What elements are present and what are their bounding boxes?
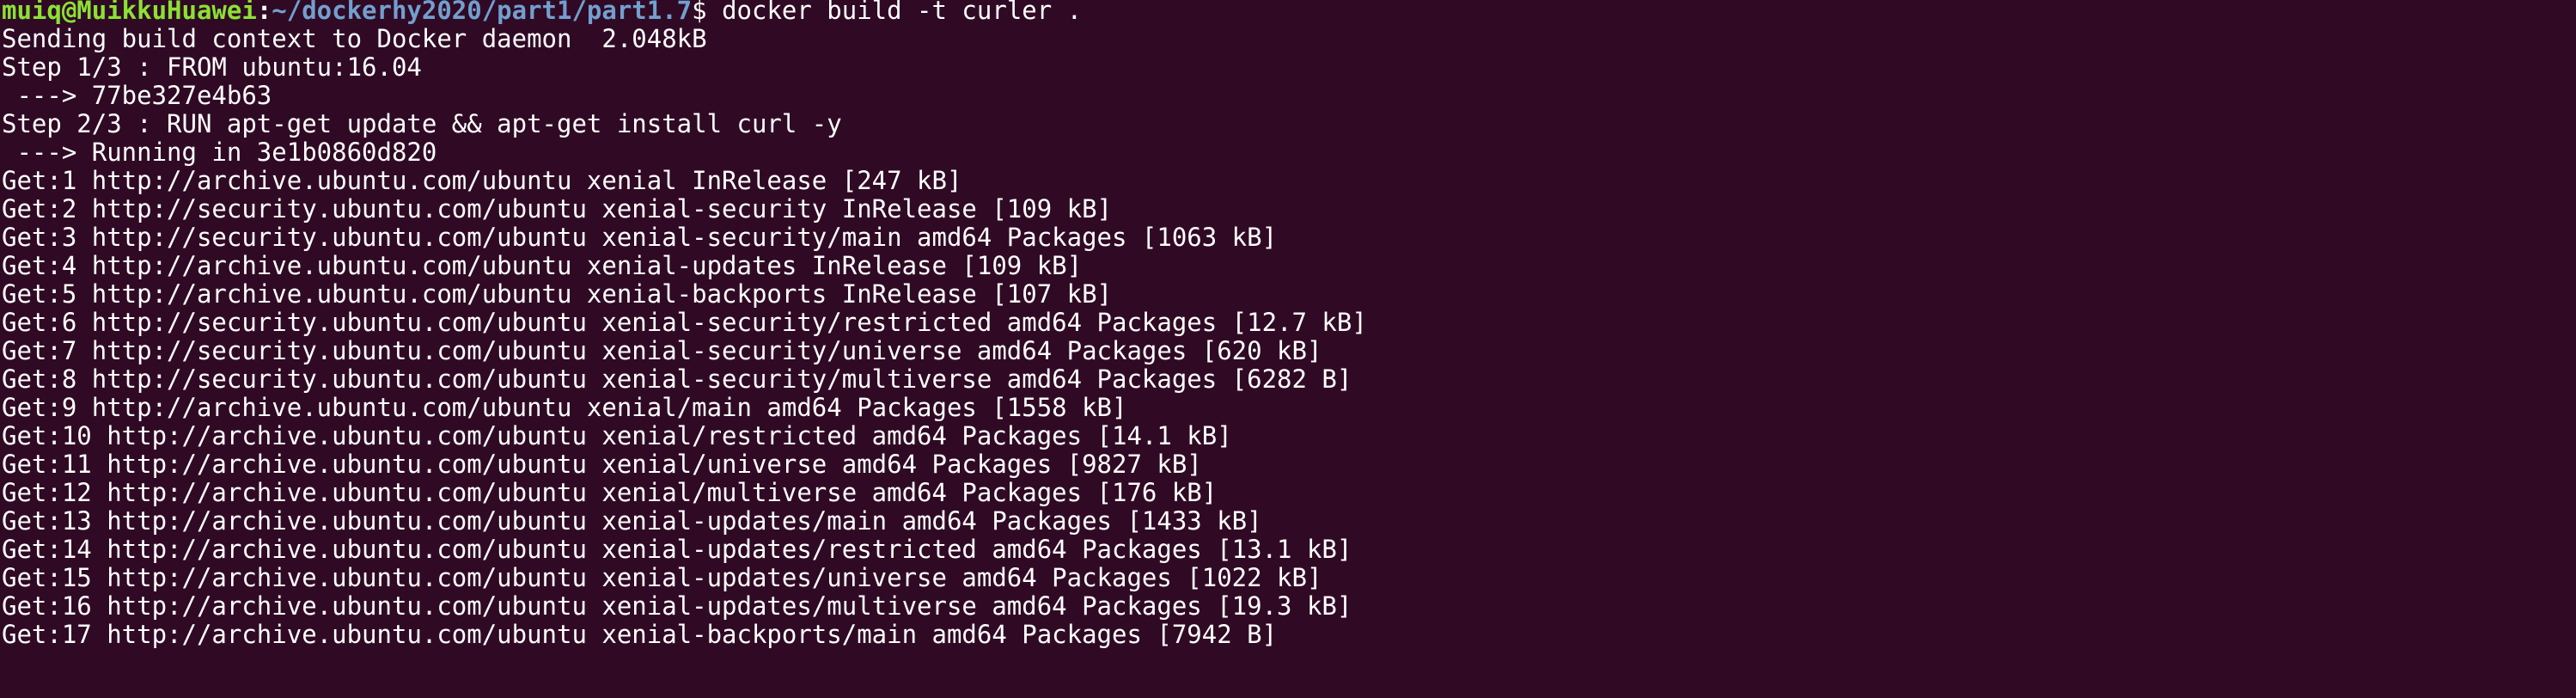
output-line: Get:14 http://archive.ubuntu.com/ubuntu … — [2, 535, 1352, 564]
prompt-user-host: muiq@MuikkuHuawei — [2, 0, 257, 25]
prompt-symbol: $ — [692, 0, 707, 25]
output-line: Sending build context to Docker daemon 2… — [2, 24, 707, 53]
output-line: Get:7 http://security.ubuntu.com/ubuntu … — [2, 336, 1322, 365]
output-line: Get:3 http://security.ubuntu.com/ubuntu … — [2, 223, 1278, 252]
output-line: Get:12 http://archive.ubuntu.com/ubuntu … — [2, 478, 1218, 507]
output-line: Get:15 http://archive.ubuntu.com/ubuntu … — [2, 563, 1322, 592]
prompt-path: ~/dockerhy2020/part1/part1.7 — [272, 0, 693, 25]
output-line: Step 2/3 : RUN apt-get update && apt-get… — [2, 109, 842, 138]
output-line: Get:4 http://archive.ubuntu.com/ubuntu x… — [2, 251, 1083, 280]
prompt-line: muiq@MuikkuHuawei:~/dockerhy2020/part1/p… — [2, 0, 2576, 26]
terminal-window[interactable]: muiq@MuikkuHuawei:~/dockerhy2020/part1/p… — [0, 0, 2576, 698]
output-line: Get:13 http://archive.ubuntu.com/ubuntu … — [2, 506, 1262, 536]
output-line: Get:5 http://archive.ubuntu.com/ubuntu x… — [2, 279, 1113, 309]
prompt-separator: : — [256, 0, 272, 25]
output-line: Get:16 http://archive.ubuntu.com/ubuntu … — [2, 591, 1352, 621]
output-line: Get:8 http://security.ubuntu.com/ubuntu … — [2, 364, 1352, 394]
output-line: Get:17 http://archive.ubuntu.com/ubuntu … — [2, 620, 1278, 649]
output-line: Get:11 http://archive.ubuntu.com/ubuntu … — [2, 450, 1202, 479]
output-line: Get:2 http://security.ubuntu.com/ubuntu … — [2, 194, 1113, 223]
output-line: ---> 77be327e4b63 — [2, 81, 272, 110]
output-line: Get:10 http://archive.ubuntu.com/ubuntu … — [2, 421, 1232, 450]
prompt-command: docker build -t curler . — [706, 0, 1083, 25]
output-line: Get:9 http://archive.ubuntu.com/ubuntu x… — [2, 393, 1127, 422]
output-line: Get:6 http://security.ubuntu.com/ubuntu … — [2, 308, 1367, 337]
output-line: Step 1/3 : FROM ubuntu:16.04 — [2, 52, 422, 82]
output-line: Get:1 http://archive.ubuntu.com/ubuntu x… — [2, 166, 962, 195]
output-line: ---> Running in 3e1b0860d820 — [2, 138, 437, 167]
